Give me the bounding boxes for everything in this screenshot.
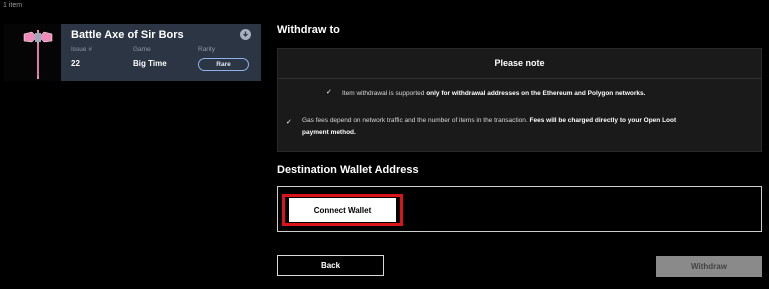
destination-heading: Destination Wallet Address bbox=[277, 164, 419, 176]
item-count: 1 item bbox=[3, 2, 23, 9]
note-line-1-bold: only for withdrawal addresses on the Eth… bbox=[426, 90, 646, 97]
game-label: Game bbox=[133, 46, 151, 53]
note-line-1-text: Item withdrawal is supported bbox=[342, 90, 427, 97]
issue-value: 22 bbox=[71, 59, 80, 68]
check-icon: ✓ bbox=[326, 89, 332, 96]
battle-axe-image bbox=[23, 30, 53, 79]
note-line-1: Item withdrawal is supported only for wi… bbox=[342, 88, 762, 100]
rarity-label: Rarity bbox=[198, 46, 215, 53]
issue-label: Issue # bbox=[71, 46, 92, 53]
withdraw-button[interactable]: Withdraw bbox=[656, 256, 762, 277]
item-info: Battle Axe of Sir Bors Issue # 22 Game B… bbox=[61, 24, 261, 81]
note-divider bbox=[278, 78, 761, 79]
note-line-2-bold: Fees will be charged directly to your Op… bbox=[529, 117, 677, 124]
item-thumbnail bbox=[4, 24, 61, 81]
withdraw-heading: Withdraw to bbox=[277, 24, 340, 36]
note-line-2: Gas fees depend on network traffic and t… bbox=[302, 115, 732, 139]
check-icon: ✓ bbox=[286, 119, 292, 126]
item-name: Battle Axe of Sir Bors bbox=[71, 29, 184, 41]
back-button[interactable]: Back bbox=[277, 255, 384, 276]
withdraw-page: 1 item Battle Axe of Sir Bors Issue # 22… bbox=[0, 0, 769, 289]
note-box: Please note ✓ Item withdrawal is support… bbox=[277, 48, 762, 152]
note-line-2-text: Gas fees depend on network traffic and t… bbox=[302, 117, 530, 124]
note-line-2-bold-cont: payment method. bbox=[302, 129, 356, 136]
connect-wallet-button[interactable]: Connect Wallet bbox=[289, 198, 396, 222]
item-card: Battle Axe of Sir Bors Issue # 22 Game B… bbox=[4, 24, 261, 81]
note-title: Please note bbox=[494, 58, 545, 68]
download-icon[interactable] bbox=[240, 29, 251, 40]
rarity-badge: Rare bbox=[198, 58, 249, 71]
game-value: Big Time bbox=[133, 59, 167, 68]
